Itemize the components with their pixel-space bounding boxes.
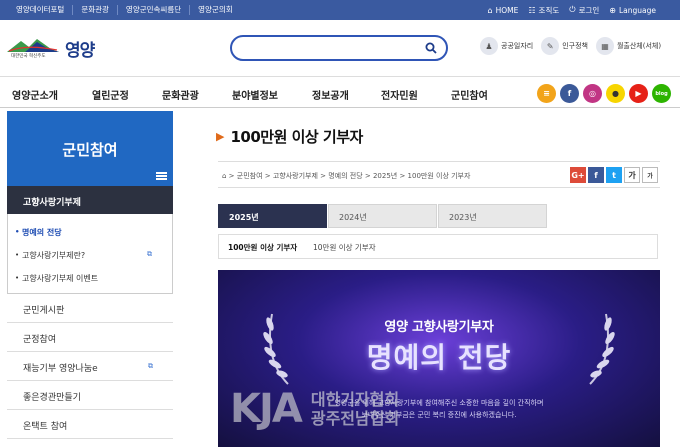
home-icon: ⌂ xyxy=(487,5,493,15)
nav-item[interactable]: 분야별정보 xyxy=(232,87,278,102)
quick-link-font[interactable]: ▦ 월출산체(서체) xyxy=(595,37,661,55)
sidebar-menu: 군민게시판 군정참여 재능기부 영양나눔e ⧉ 좋은경관만들기 온택트 참여 xyxy=(7,294,173,439)
youtube-icon[interactable]: ▶ xyxy=(629,84,648,103)
globe-icon: ⊕ xyxy=(609,5,616,15)
bullet-icon: • xyxy=(15,251,20,259)
tab-2025[interactable]: 2025년 xyxy=(218,204,327,228)
kakao-icon[interactable]: ● xyxy=(606,84,625,103)
sidebar-sub-item-hall-of-fame[interactable]: • 명예의 전당 xyxy=(8,220,172,243)
tab-over-100k[interactable]: 10만원 이상 기부자 xyxy=(313,242,376,253)
sidebar-header: 군민참여 xyxy=(7,111,173,186)
quick-link-population[interactable]: ✎ 인구정책 xyxy=(541,37,588,55)
sidebar-item-participation[interactable]: 군정참여 xyxy=(7,323,173,352)
year-tabs: 2025년 2024년 2023년 xyxy=(218,204,548,228)
logo-name: 영양 xyxy=(65,41,95,61)
tab-2024[interactable]: 2024년 xyxy=(328,204,437,228)
watermark-logo: KJA xyxy=(230,386,303,432)
breadcrumb: ⌂ > 군민참여 > 고향사랑기부제 > 명예의 전당 > 2025년 > 10… xyxy=(218,161,660,188)
tab-2023[interactable]: 2023년 xyxy=(438,204,547,228)
banner-subtitle: 영양 고향사랑기부자 xyxy=(384,320,494,335)
nav-item[interactable]: 열린군정 xyxy=(92,87,129,102)
watermark-line: 대한기자협회 xyxy=(310,390,400,409)
google-plus-icon[interactable]: G+ xyxy=(570,167,586,183)
logo-tagline: 대한민국 혁신주도 xyxy=(11,54,46,59)
nav-item[interactable]: 정보공개 xyxy=(312,87,349,102)
language-link[interactable]: ⊕ Language xyxy=(609,6,656,15)
watermark: KJA 대한기자협회 광주전남협회 xyxy=(230,386,399,432)
watermark-line: 광주전남협회 xyxy=(310,409,400,428)
page-title: ▶ 100만원 이상 기부자 xyxy=(216,128,363,146)
bulb-icon: ✎ xyxy=(541,37,560,55)
menu-icon[interactable]: ≡ xyxy=(537,84,556,103)
sidebar: 군민참여 고향사랑기부제 • 명예의 전당 • 고향사랑기부제란? ⧉ • 고향… xyxy=(7,111,173,439)
sidebar-title: 군민참여 xyxy=(62,141,118,159)
bullet-icon: • xyxy=(15,274,20,282)
facebook-icon[interactable]: f xyxy=(588,167,604,183)
search-icon[interactable] xyxy=(425,42,437,54)
font-increase-button[interactable]: 가 xyxy=(624,167,640,183)
top-link[interactable]: 영양데이터포털 xyxy=(8,5,74,15)
sidebar-sub-item-event[interactable]: • 고향사랑기부제 이벤트 xyxy=(8,266,172,289)
facebook-icon[interactable]: f xyxy=(560,84,579,103)
tab-over-1m[interactable]: 100만원 이상 기부자 xyxy=(228,242,297,253)
nav-item[interactable]: 문화관광 xyxy=(162,87,199,102)
sidebar-item-talent-donation[interactable]: 재능기부 영양나눔e ⧉ xyxy=(7,352,173,381)
bullet-icon: • xyxy=(15,228,20,236)
instagram-icon[interactable]: ◎ xyxy=(583,84,602,103)
sns-links: ≡ f ◎ ● ▶ blog xyxy=(537,84,671,103)
sitemap-link[interactable]: ☷ 조직도 xyxy=(528,5,559,16)
share-tools: G+ f t 가 가 xyxy=(570,167,658,183)
grid-icon: ▦ xyxy=(595,37,614,55)
twitter-icon[interactable]: t xyxy=(606,167,622,183)
home-link[interactable]: ⌂ HOME xyxy=(488,6,519,15)
nav-item[interactable]: 전자민원 xyxy=(381,87,418,102)
sitemap-icon: ☷ xyxy=(528,5,536,15)
utility-bar: 영양데이터포털 문화관광 영양군민속씨름단 영양군의회 ⌂ HOME ☷ 조직도 ⏻… xyxy=(0,0,680,20)
mountain-logo-icon xyxy=(7,39,59,52)
nav-item[interactable]: 군민참여 xyxy=(451,87,488,102)
top-link[interactable]: 영양군민속씨름단 xyxy=(118,5,191,15)
banner-title: 명예의 전당 xyxy=(366,341,512,374)
sidebar-sub-list: • 명예의 전당 • 고향사랑기부제란? ⧉ • 고향사랑기부제 이벤트 xyxy=(7,214,173,294)
quick-links: ♟ 공공일자리 ✎ 인구정책 ▦ 월출산체(서체) xyxy=(480,37,661,55)
power-icon: ⏻ xyxy=(569,5,576,14)
blog-icon[interactable]: blog xyxy=(652,84,671,103)
nav-item[interactable]: 영양군소개 xyxy=(12,87,58,102)
amount-tabs: 100만원 이상 기부자 10만원 이상 기부자 xyxy=(218,234,658,259)
sidebar-item-board[interactable]: 군민게시판 xyxy=(7,294,173,323)
sidebar-item-landscape[interactable]: 좋은경관만들기 xyxy=(7,381,173,410)
font-decrease-button[interactable]: 가 xyxy=(642,167,658,183)
sidebar-section-heading[interactable]: 고향사랑기부제 xyxy=(7,186,173,214)
arrow-icon: ▶ xyxy=(216,130,225,143)
header: 대한민국 혁신주도 영양 ♟ 공공일자리 ✎ 인구정책 ▦ 월출산체(서체) xyxy=(0,20,680,76)
family-site-links: 영양데이터포털 문화관광 영양군민속씨름단 영양군의회 xyxy=(0,0,241,20)
site-logo[interactable]: 대한민국 혁신주도 영양 xyxy=(7,34,107,64)
quick-link-jobs[interactable]: ♟ 공공일자리 xyxy=(480,37,533,55)
new-window-icon: ⧉ xyxy=(147,250,152,258)
utility-links: ⌂ HOME ☷ 조직도 ⏻ 로그인 ⊕ Language xyxy=(488,0,656,20)
search-input[interactable] xyxy=(230,35,448,61)
top-link[interactable]: 문화관광 xyxy=(73,5,118,15)
hamburger-icon[interactable] xyxy=(156,172,167,180)
person-icon: ♟ xyxy=(480,37,498,55)
sidebar-item-ontact[interactable]: 온택트 참여 xyxy=(7,410,173,439)
sidebar-sub-item-about[interactable]: • 고향사랑기부제란? ⧉ xyxy=(8,243,172,266)
new-window-icon: ⧉ xyxy=(148,362,153,370)
top-link[interactable]: 영양군의회 xyxy=(190,5,241,15)
breadcrumb-path[interactable]: ⌂ > 군민참여 > 고향사랑기부제 > 명예의 전당 > 2025년 > 10… xyxy=(222,171,470,181)
login-link[interactable]: ⏻ 로그인 xyxy=(569,5,599,16)
